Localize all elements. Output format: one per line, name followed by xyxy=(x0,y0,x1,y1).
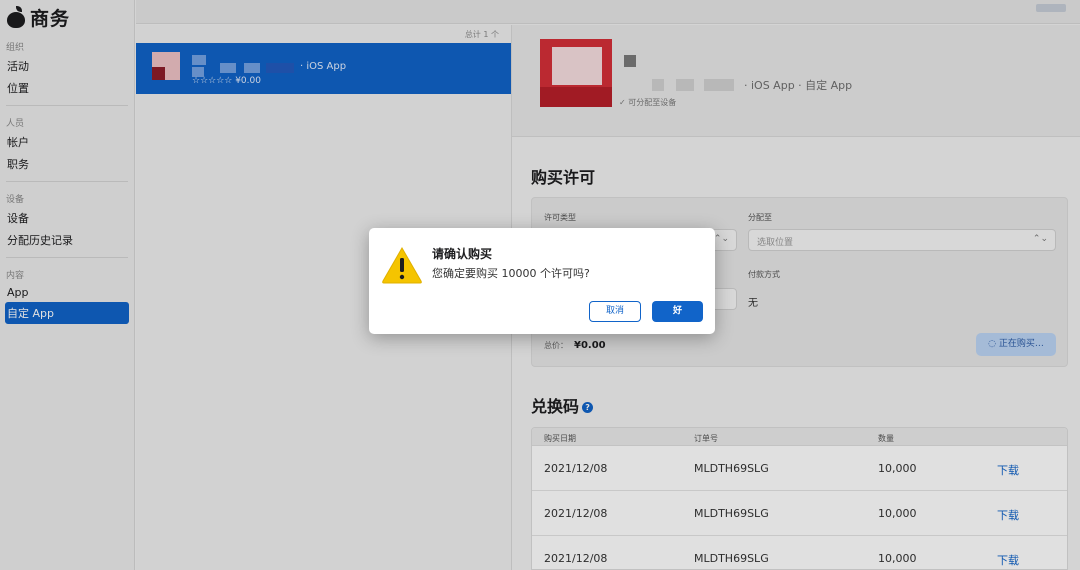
warning-icon xyxy=(382,246,422,284)
dialog-message: 您确定要购买 10000 个许可吗? xyxy=(432,267,590,280)
dialog-title: 请确认购买 xyxy=(432,247,493,261)
ok-button[interactable]: 好 xyxy=(652,301,703,322)
confirm-purchase-dialog: 请确认购买 您确定要购买 10000 个许可吗? 取消 好 xyxy=(369,228,715,334)
cancel-button[interactable]: 取消 xyxy=(589,301,641,322)
